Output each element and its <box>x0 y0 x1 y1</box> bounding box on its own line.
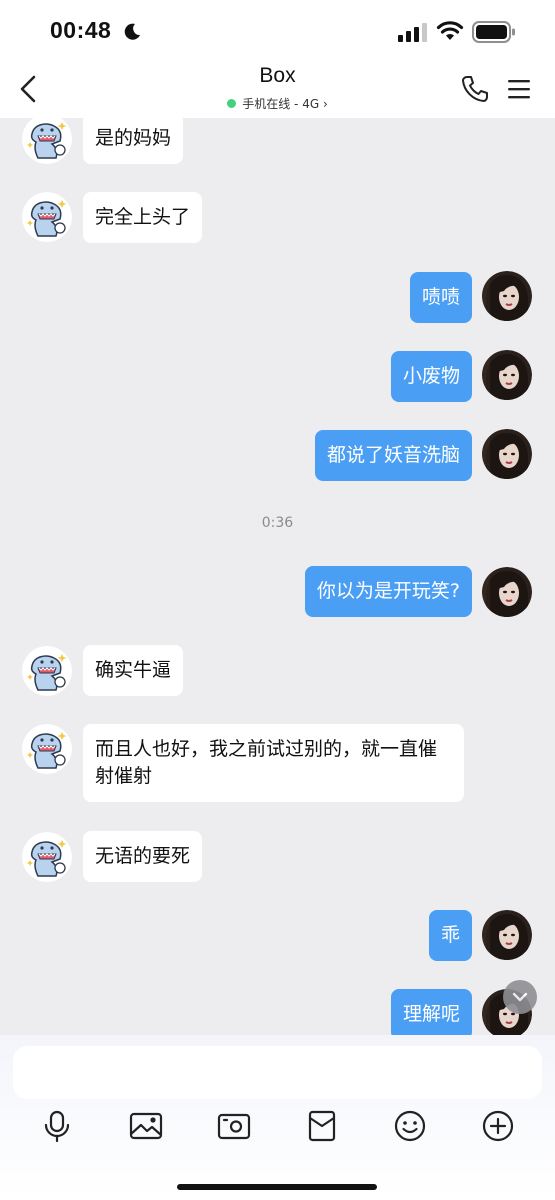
message-bubble-incoming[interactable]: 确实牛逼 <box>83 645 184 696</box>
battery-icon <box>472 21 515 43</box>
message-bubble-outgoing[interactable]: 你以为是开玩笑? <box>304 566 472 617</box>
home-indicator[interactable] <box>177 1184 377 1190</box>
chat-header: Box 手机在线 - 4G › <box>0 62 555 118</box>
contact-avatar[interactable] <box>22 646 72 696</box>
image-icon[interactable] <box>129 1109 163 1143</box>
status-bar: 00:48 <box>0 0 555 62</box>
user-avatar[interactable] <box>482 350 532 400</box>
menu-icon[interactable] <box>507 77 531 101</box>
contact-avatar[interactable] <box>22 118 72 164</box>
message-bubble-outgoing[interactable]: 理解呢 <box>390 989 472 1035</box>
cellular-signal-icon <box>398 23 427 42</box>
chevron-right-icon: › <box>319 97 328 111</box>
composer <box>0 1035 555 1200</box>
online-dot-icon <box>227 99 237 108</box>
user-avatar[interactable] <box>482 567 532 617</box>
user-avatar[interactable] <box>482 910 532 960</box>
contact-avatar[interactable] <box>22 192 72 242</box>
emoji-icon[interactable] <box>393 1109 427 1143</box>
message-bubble-outgoing[interactable]: 小废物 <box>390 351 472 402</box>
camera-icon[interactable] <box>217 1109 251 1143</box>
user-avatar[interactable] <box>482 271 532 321</box>
message-bubble-incoming[interactable]: 是的妈妈 <box>83 118 184 164</box>
microphone-icon[interactable] <box>40 1109 74 1143</box>
moon-icon <box>124 23 140 40</box>
red-packet-icon[interactable] <box>305 1109 339 1143</box>
message-list[interactable]: 是的妈妈 完全上头了 啧啧 小废物 都说了妖音洗脑 0:36 你以为是开玩笑? … <box>0 118 555 1035</box>
wifi-icon <box>436 21 464 40</box>
message-bubble-outgoing[interactable]: 都说了妖音洗脑 <box>314 430 472 481</box>
message-input[interactable] <box>13 1046 542 1099</box>
message-bubble-incoming[interactable]: 无语的要死 <box>83 831 203 882</box>
contact-avatar[interactable] <box>22 724 72 774</box>
message-bubble-incoming[interactable]: 而且人也好，我之前试过别的，就一直催射催射 <box>83 724 464 802</box>
timestamp-separator: 0:36 <box>261 515 294 531</box>
message-bubble-outgoing[interactable]: 乖 <box>428 910 472 961</box>
status-time: 00:48 <box>50 17 112 43</box>
message-bubble-incoming[interactable]: 完全上头了 <box>83 192 203 243</box>
phone-call-icon[interactable] <box>460 74 490 104</box>
plus-icon[interactable] <box>481 1109 515 1143</box>
user-avatar[interactable] <box>482 429 532 479</box>
message-bubble-outgoing[interactable]: 啧啧 <box>409 272 472 323</box>
online-status-text: 手机在线 - 4G <box>242 97 320 111</box>
contact-avatar[interactable] <box>22 832 72 882</box>
scroll-to-bottom-icon[interactable] <box>503 980 537 1014</box>
